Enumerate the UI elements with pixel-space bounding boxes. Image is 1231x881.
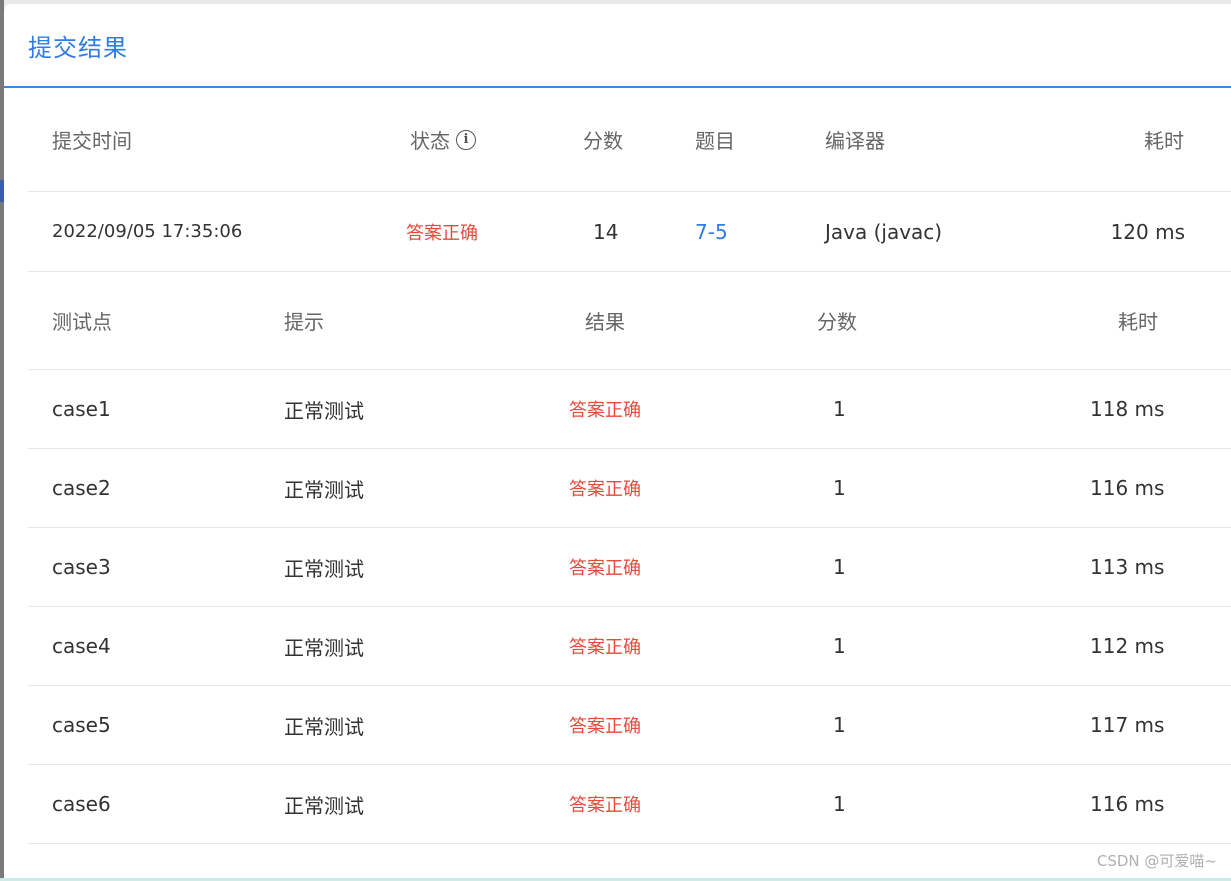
header-elapsed: 耗时	[1144, 129, 1184, 153]
case-elapsed: 117 ms	[1090, 713, 1165, 737]
dialog-header: 提交结果	[4, 4, 1231, 88]
case-name: case1	[52, 397, 111, 421]
header-submit-time: 提交时间	[52, 129, 132, 153]
case-score: 1	[833, 713, 846, 737]
case-hint: 正常测试	[284, 635, 364, 660]
case-name: case5	[52, 713, 111, 737]
header-case-score: 分数	[817, 310, 857, 334]
header-hint: 提示	[284, 310, 324, 334]
header-problem: 题目	[695, 129, 735, 153]
table-row: case4 正常测试 答案正确 1 112 ms	[28, 607, 1231, 686]
table-row-partial	[28, 844, 1231, 881]
submit-time: 2022/09/05 17:35:06	[52, 221, 243, 242]
cases-header-row: 测试点 提示 结果 分数 耗时	[28, 272, 1231, 370]
compiler-name: Java (javac)	[825, 219, 943, 244]
case-elapsed: 116 ms	[1090, 792, 1165, 816]
test-cases-table: 测试点 提示 结果 分数 耗时 case1 正常测试 答案正确 1 118 ms…	[28, 272, 1231, 881]
case-hint: 正常测试	[284, 398, 364, 423]
header-compiler: 编译器	[825, 129, 885, 153]
summary-row: 2022/09/05 17:35:06 答案正确 14 7-5 Java (ja…	[28, 192, 1231, 272]
header-result: 结果	[585, 310, 625, 334]
table-row: case5 正常测试 答案正确 1 117 ms	[28, 686, 1231, 765]
summary-table: 提交时间 状态 i 分数 题目 编译器 耗时 2022/09/05 17:35:…	[28, 88, 1231, 272]
info-icon[interactable]: i	[456, 129, 476, 150]
case-elapsed: 113 ms	[1090, 555, 1165, 579]
case-elapsed: 116 ms	[1090, 476, 1165, 500]
table-row: case6 正常测试 答案正确 1 116 ms	[28, 765, 1231, 844]
submission-result-dialog: 提交结果 提交时间 状态 i 分数 题目 编译器 耗时 2022/09/05 1…	[4, 4, 1231, 881]
case-hint: 正常测试	[284, 556, 364, 581]
case-name: case6	[52, 792, 111, 816]
case-elapsed: 112 ms	[1090, 634, 1165, 658]
case-name: case2	[52, 476, 111, 500]
dialog-title: 提交结果	[28, 33, 128, 62]
total-score: 14	[593, 219, 619, 244]
case-name: case4	[52, 634, 111, 658]
case-elapsed: 118 ms	[1090, 397, 1165, 421]
status-badge: 答案正确	[406, 222, 478, 244]
table-row: case3 正常测试 答案正确 1 113 ms	[28, 528, 1231, 607]
summary-header-row: 提交时间 状态 i 分数 题目 编译器 耗时	[28, 88, 1231, 192]
header-status-label: 状态	[410, 129, 450, 153]
header-test-point: 测试点	[52, 310, 112, 334]
case-hint: 正常测试	[284, 793, 364, 818]
case-name: case3	[52, 555, 111, 579]
case-score: 1	[833, 476, 846, 500]
case-result: 答案正确	[569, 558, 641, 579]
case-result: 答案正确	[569, 795, 641, 816]
case-score: 1	[833, 634, 846, 658]
total-elapsed: 120 ms	[1110, 219, 1185, 244]
case-hint: 正常测试	[284, 714, 364, 739]
case-score: 1	[833, 555, 846, 579]
table-row: case1 正常测试 答案正确 1 118 ms	[28, 370, 1231, 449]
header-case-elapsed: 耗时	[1118, 310, 1158, 334]
case-score: 1	[833, 397, 846, 421]
case-result: 答案正确	[569, 400, 641, 421]
table-row: case2 正常测试 答案正确 1 116 ms	[28, 449, 1231, 528]
case-score: 1	[833, 792, 846, 816]
case-hint: 正常测试	[284, 477, 364, 502]
header-score: 分数	[583, 129, 623, 153]
header-status: 状态 i	[410, 88, 476, 191]
case-result: 答案正确	[569, 637, 641, 658]
case-result: 答案正确	[569, 479, 641, 500]
case-result: 答案正确	[569, 716, 641, 737]
problem-link[interactable]: 7-5	[695, 192, 728, 271]
watermark: CSDN @可爱喵~	[1096, 852, 1217, 870]
